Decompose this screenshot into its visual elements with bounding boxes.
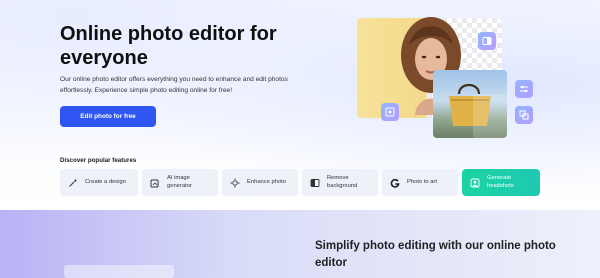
feature-label: Generate headshots	[487, 175, 514, 189]
feature-generate-headshots[interactable]: Generate headshots	[462, 169, 540, 196]
feature-label: AI image generator	[167, 175, 192, 189]
preview-card	[64, 265, 174, 278]
section-title: Simplify photo editing with our online p…	[315, 240, 556, 269]
adjust-badge[interactable]	[515, 80, 533, 98]
handbag-image	[433, 70, 507, 138]
person-icon	[470, 178, 480, 187]
sparkle-icon	[230, 178, 240, 187]
remove-bg-icon	[310, 178, 320, 187]
feature-label: Enhance photo	[247, 178, 287, 185]
feature-ai-image-generator[interactable]: AI image generator	[142, 169, 218, 196]
features-title: Discover popular features	[60, 157, 137, 164]
hero-subtext: Our online photo editor offers everythin…	[60, 76, 288, 94]
magic-wand-icon	[69, 178, 77, 187]
feature-remove-background[interactable]: Remove background	[302, 169, 378, 196]
feature-enhance-photo[interactable]: Enhance photo	[222, 169, 298, 196]
g-logo-icon	[390, 178, 400, 188]
feature-label: Create a design	[85, 178, 126, 185]
layers-badge[interactable]	[478, 32, 496, 50]
feature-label: Remove background	[327, 175, 358, 189]
crop-badge[interactable]	[515, 106, 533, 124]
sliders-icon	[520, 85, 528, 93]
crop-icon	[519, 110, 529, 120]
ai-image-icon	[150, 179, 159, 187]
hero-headline: Online photo editor for everyone	[60, 23, 277, 69]
image-badge[interactable]	[381, 103, 399, 121]
edit-photo-button[interactable]: Edit photo for free	[60, 106, 156, 127]
image-icon	[385, 107, 395, 117]
feature-photo-to-art[interactable]: Photo to art	[382, 169, 458, 196]
feature-create-design[interactable]: Create a design	[60, 169, 138, 196]
layers-icon	[482, 37, 492, 45]
handbag-illustration	[449, 83, 507, 138]
feature-label: Photo to art	[407, 178, 437, 185]
